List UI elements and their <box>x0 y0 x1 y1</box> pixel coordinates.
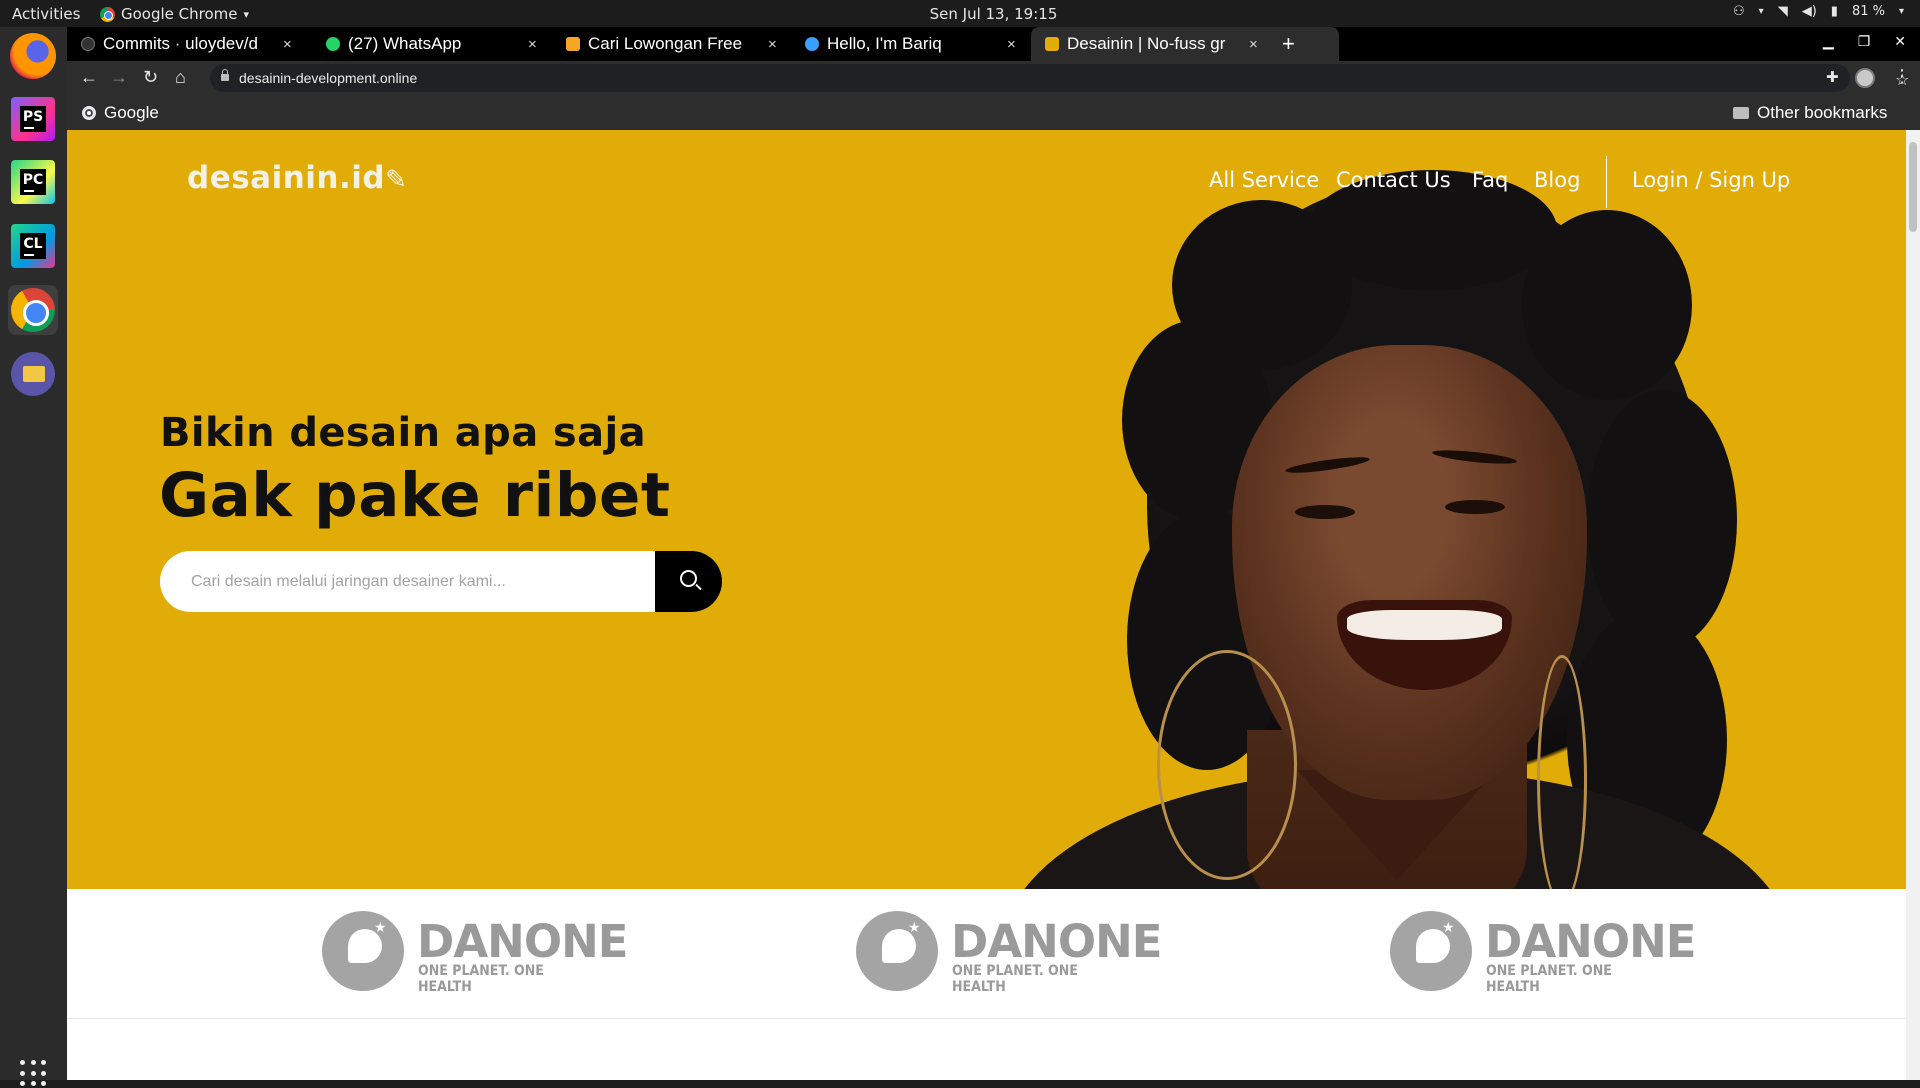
window-controls: ▁ ❐ ✕ <box>1823 33 1906 50</box>
site-logo[interactable]: desainin.id✎ <box>187 160 407 196</box>
client-tagline: ONE PLANET. ONE HEALTH <box>418 963 544 995</box>
clion-icon: CL <box>11 224 55 268</box>
whatsapp-icon <box>326 37 340 51</box>
client-tagline: ONE PLANET. ONE HEALTH <box>952 963 1078 995</box>
forward-arrow-icon[interactable]: → <box>110 68 128 86</box>
danone-emblem-icon <box>322 911 404 991</box>
home-icon[interactable]: ⌂ <box>175 68 186 86</box>
tab-title: Desainin | No-fuss gr <box>1067 34 1226 53</box>
browser-toolbar: ← → ↻ ⌂ desainin-development.online ☆ ✚ … <box>67 61 1920 95</box>
close-window-icon[interactable]: ✕ <box>1894 33 1906 50</box>
close-icon[interactable]: × <box>768 36 777 53</box>
tab-bariq[interactable]: Hello, I'm Bariq × <box>791 27 1031 61</box>
back-arrow-icon[interactable]: ← <box>80 68 98 86</box>
show-apps-icon[interactable] <box>20 1060 48 1088</box>
close-icon[interactable]: × <box>1007 36 1016 53</box>
dock-item-phpstorm[interactable]: PS <box>8 94 58 144</box>
hero-subtitle: Bikin desain apa saja <box>160 410 647 456</box>
github-icon <box>81 37 95 51</box>
tab-lowongan[interactable]: Cari Lowongan Free × <box>552 27 791 61</box>
search-button[interactable] <box>655 551 722 612</box>
battery-icon[interactable]: ▮ <box>1831 4 1838 19</box>
google-icon <box>82 106 96 120</box>
profile-avatar[interactable] <box>1855 68 1875 88</box>
battery-percent: 81 % <box>1851 4 1885 19</box>
bookmark-label: Google <box>104 103 159 122</box>
tab-title: (27) WhatsApp <box>348 34 462 53</box>
tab-title: Commits · uloydev/d <box>103 34 258 53</box>
accessibility-icon[interactable]: ⚇ <box>1733 4 1745 19</box>
nav-divider <box>1606 156 1607 208</box>
pencil-icon: ✎ <box>385 165 408 195</box>
extensions-icon[interactable]: ✚ <box>1826 68 1839 86</box>
dock-item-chrome[interactable] <box>8 285 58 335</box>
danone-emblem-icon <box>856 911 938 991</box>
files-icon <box>11 352 55 396</box>
search-icon <box>680 570 697 587</box>
search-input[interactable] <box>160 551 670 612</box>
page-scrollbar[interactable] <box>1906 130 1920 1080</box>
dock: PS PC CL <box>0 27 67 1087</box>
lock-icon[interactable] <box>221 69 229 81</box>
client-logo-danone: DANONE ONE PLANET. ONE HEALTH <box>856 911 1162 995</box>
hero-title: Gak pake ribet <box>159 460 671 531</box>
pycharm-icon: PC <box>11 160 55 204</box>
system-top-bar: Activities Google Chrome ▾ Sen Jul 13, 1… <box>0 0 1920 27</box>
close-icon[interactable]: × <box>1249 36 1258 53</box>
minimize-icon[interactable]: ▁ <box>1823 33 1834 50</box>
url-text[interactable]: desainin-development.online <box>239 70 417 86</box>
client-logos: DANONE ONE PLANET. ONE HEALTH DANONE ONE… <box>67 889 1906 1019</box>
client-logo-danone: DANONE ONE PLANET. ONE HEALTH <box>1390 911 1696 995</box>
dock-item-pycharm[interactable]: PC <box>8 157 58 207</box>
client-logo-danone: DANONE ONE PLANET. ONE HEALTH <box>322 911 628 995</box>
address-bar[interactable]: desainin-development.online ☆ <box>210 64 1909 92</box>
chevron-down-icon: ▾ <box>1758 6 1764 17</box>
nav-faq[interactable]: Faq <box>1472 168 1508 192</box>
tab-github[interactable]: Commits · uloydev/d × <box>67 27 312 61</box>
reload-icon[interactable]: ↻ <box>143 68 158 86</box>
close-icon[interactable]: × <box>528 36 537 53</box>
firefox-icon <box>10 33 56 79</box>
freelance-icon <box>566 37 580 51</box>
client-name: DANONE <box>417 915 628 968</box>
page-viewport: desainin.id✎ All Service Contact Us Faq … <box>67 130 1906 1080</box>
close-icon[interactable]: × <box>283 36 292 53</box>
bookmarks-bar: Google Other bookmarks <box>67 95 1920 130</box>
chrome-icon <box>11 288 55 332</box>
chevron-down-icon: ▾ <box>1898 6 1904 17</box>
other-bookmarks-label: Other bookmarks <box>1757 103 1888 122</box>
volume-icon[interactable]: ◀) <box>1802 4 1817 19</box>
dock-item-files[interactable] <box>8 349 58 399</box>
other-bookmarks[interactable]: Other bookmarks <box>1733 103 1887 123</box>
portfolio-icon <box>805 37 819 51</box>
bookmark-google[interactable]: Google <box>82 103 159 123</box>
client-name: DANONE <box>951 915 1162 968</box>
nav-blog[interactable]: Blog <box>1534 168 1580 192</box>
tab-whatsapp[interactable]: (27) WhatsApp × <box>312 27 552 61</box>
wifi-icon[interactable]: ◥ <box>1778 4 1788 19</box>
nav-contact-us[interactable]: Contact Us <box>1336 168 1451 192</box>
dock-item-clion[interactable]: CL <box>8 221 58 271</box>
new-tab-button[interactable]: + <box>1282 31 1295 57</box>
nav-all-service[interactable]: All Service <box>1209 168 1319 192</box>
danone-emblem-icon <box>1390 911 1472 991</box>
restore-icon[interactable]: ❐ <box>1858 33 1871 50</box>
login-signup-link[interactable]: Login / Sign Up <box>1632 168 1790 192</box>
phpstorm-icon: PS <box>11 97 55 141</box>
tab-title: Hello, I'm Bariq <box>827 34 942 53</box>
tab-title: Cari Lowongan Free <box>588 34 743 53</box>
system-tray[interactable]: ⚇ ▾ ◥ ◀) ▮ 81 % ▾ <box>1733 4 1904 19</box>
desainin-icon <box>1045 37 1059 51</box>
tab-strip: Commits · uloydev/d × (27) WhatsApp × Ca… <box>67 27 1920 61</box>
client-tagline: ONE PLANET. ONE HEALTH <box>1486 963 1612 995</box>
folder-icon <box>1733 107 1749 119</box>
client-name: DANONE <box>1485 915 1696 968</box>
hero-search <box>160 551 722 612</box>
hero-section: desainin.id✎ All Service Contact Us Faq … <box>67 130 1906 889</box>
clock[interactable]: Sen Jul 13, 19:15 <box>0 5 1920 23</box>
kebab-menu-icon[interactable]: ⋮ <box>1893 66 1911 87</box>
dock-item-firefox[interactable] <box>8 31 58 81</box>
scrollbar-thumb[interactable] <box>1909 142 1917 232</box>
